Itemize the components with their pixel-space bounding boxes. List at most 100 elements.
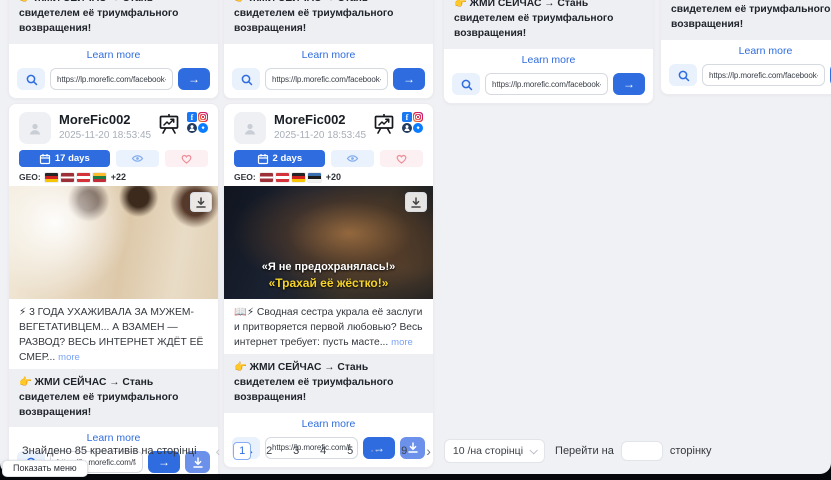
geo-label: GEO: [19,172,41,182]
facebook-icon: f [187,112,197,122]
instagram-icon [413,112,423,122]
card-header: MoreFic002 2025-11-20 18:53:45 f [9,104,218,148]
download-image-button[interactable] [190,192,212,212]
avatar [19,112,51,144]
creative-card-2: MoreFic002 2025-11-20 18:53:45 f 2 days … [223,103,434,468]
geo-more-count[interactable]: +20 [326,172,341,182]
creative-card-partial-2: 👉 ЖМИ СЕЙЧАС → Стань свидетелем её триум… [223,0,434,99]
facebook-icon: f [402,112,412,122]
landing-url-input[interactable] [50,68,173,90]
ee-flag-icon [308,173,321,182]
favorite-button[interactable] [380,150,423,167]
ad-description: 📖⚡ Сводная сестра украла её заслуги и пр… [224,299,433,354]
geo-flags [260,173,321,182]
card-actions: 17 days [9,148,218,167]
geo-flags [45,173,106,182]
landing-url-input[interactable] [485,73,608,95]
learn-more-link[interactable]: Learn more [224,44,433,65]
search-button[interactable] [669,64,697,86]
page-button-1[interactable]: 1 [233,442,251,460]
search-button[interactable] [452,73,480,95]
creative-image[interactable] [9,186,218,299]
geo-row: GEO: +20 [224,167,433,186]
placements-icons: f [187,112,208,133]
learn-more-link[interactable]: Learn more [9,44,218,65]
lv-flag-icon [61,173,74,182]
de-flag-icon [45,173,58,182]
landing-url-input[interactable] [265,68,388,90]
open-url-button[interactable]: → [178,68,210,90]
avatar [234,112,266,144]
learn-more-link[interactable]: Learn more [444,49,653,70]
days-active-button[interactable]: 17 days [19,150,110,167]
show-menu-button[interactable]: Показать меню [2,460,88,477]
profile-name: MoreFic002 [274,112,372,128]
instagram-icon [198,112,208,122]
open-url-button[interactable]: → [393,68,425,90]
goto-page: Перейти на сторінку [555,441,711,461]
preview-button[interactable] [116,150,159,167]
creative-timestamp: 2025-11-20 18:53:45 [59,130,157,141]
card-actions: 2 days [224,148,433,167]
de-flag-icon [292,173,305,182]
landing-url-row: → [661,61,831,94]
next-page-button[interactable]: › [423,444,434,458]
audience-network-icon [187,123,197,133]
creative-card-partial-1: 👉 ЖМИ СЕЙЧАС → Стань свидетелем её триум… [8,0,219,99]
learn-more-link[interactable]: Learn more [224,413,433,434]
image-overlay-text: «Я не предохранялась!» «Трахай её жёстко… [224,260,433,291]
learn-more-link[interactable]: Learn more [661,40,831,61]
page-button-9[interactable]: 9 [395,442,413,460]
more-link[interactable]: more [58,352,80,363]
page-button-2[interactable]: 2 [260,442,278,460]
creative-card-partial-4: 👉 ЖМИ СЕЙЧАС → Стань свидетелем её триум… [660,0,831,95]
ad-headline: 👉 ЖМИ СЕЙЧАС → Стань свидетелем её триум… [661,0,831,40]
chevron-down-icon [529,446,537,454]
messenger-icon [413,123,423,133]
search-button[interactable] [232,68,260,90]
creative-timestamp: 2025-11-20 18:53:45 [274,130,372,141]
ad-headline: 👉 ЖМИ СЕЙЧАС → Стань свидетелем её триум… [444,0,653,49]
landing-url-row: → [9,65,218,98]
at-flag-icon [77,173,90,182]
ad-headline: 👉 ЖМИ СЕЙЧАС → Стань свидетелем её триум… [224,354,433,413]
page-button-5[interactable]: 5 [341,442,359,460]
card-header: MoreFic002 2025-11-20 18:53:45 f [224,104,433,148]
ad-headline: 👉 ЖМИ СЕЙЧАС → Стань свидетелем её триум… [9,369,218,428]
landing-url-row: → [224,65,433,98]
at-flag-icon [276,173,289,182]
goto-suffix-label: сторінку [670,445,712,457]
messenger-icon [198,123,208,133]
geo-row: GEO: +22 [9,167,218,186]
page-button-3[interactable]: 3 [287,442,305,460]
presentation-board-icon[interactable] [157,112,181,140]
profile-name: MoreFic002 [59,112,157,128]
landing-url-input[interactable] [702,64,825,86]
page-button-4[interactable]: 4 [314,442,332,460]
preview-button[interactable] [331,150,374,167]
favorite-button[interactable] [165,150,208,167]
creative-card-1: MoreFic002 2025-11-20 18:53:45 f 17 days… [8,103,219,474]
ad-headline: 👉 ЖМИ СЕЙЧАС → Стань свидетелем её триум… [9,0,218,44]
lv-flag-icon [260,173,273,182]
goto-page-input[interactable] [621,441,663,461]
page-list: 12345 ··· 9 [233,442,413,460]
placements-icons: f [402,112,423,133]
geo-more-count[interactable]: +22 [111,172,126,182]
creative-image[interactable]: «Я не предохранялась!» «Трахай её жёстко… [224,186,433,299]
page-ellipsis: ··· [368,442,386,460]
download-image-button[interactable] [405,192,427,212]
search-button[interactable] [17,68,45,90]
creative-card-partial-3: ИНТЕРНЕТ ЖДЁТ ЕЁ СМЕР... more 👉 ЖМИ СЕЙЧ… [443,0,654,104]
more-link[interactable]: more [391,337,413,348]
goto-prefix-label: Перейти на [555,445,614,457]
audience-network-icon [402,123,412,133]
open-url-button[interactable]: → [613,73,645,95]
lt-flag-icon [93,173,106,182]
prev-page-button[interactable]: ‹ [213,444,224,458]
ad-headline: 👉 ЖМИ СЕЙЧАС → Стань свидетелем её триум… [224,0,433,44]
landing-url-row: → [444,70,653,103]
per-page-select[interactable]: 10 /на сторінці [444,439,545,463]
presentation-board-icon[interactable] [372,112,396,140]
days-active-button[interactable]: 2 days [234,150,325,167]
